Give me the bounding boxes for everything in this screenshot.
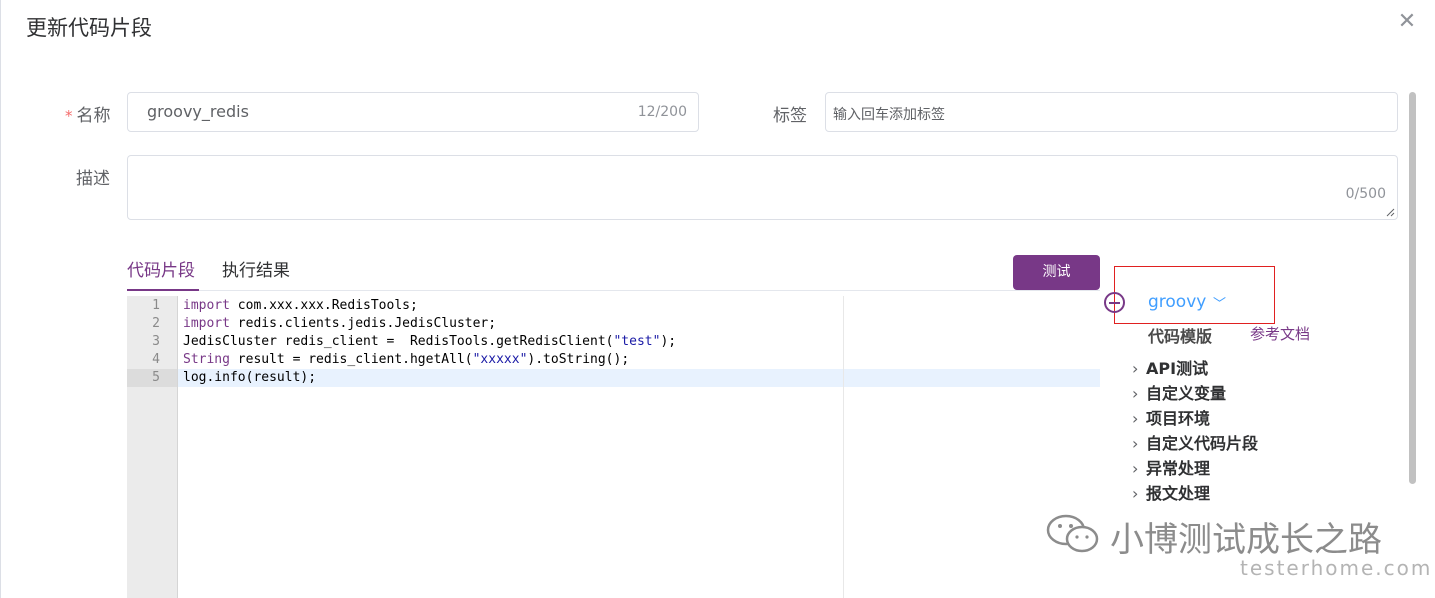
code-text: com.xxx.xxx.RedisTools;	[229, 298, 418, 313]
active-line-highlight	[178, 369, 1100, 387]
code-template-title: 代码模版	[1148, 327, 1213, 346]
name-input[interactable]: groovy_redis 12/200	[127, 92, 699, 132]
required-mark: *	[65, 107, 73, 125]
tree-item-project-env[interactable]: › 项目环境	[1132, 405, 1210, 429]
chevron-right-icon: ›	[1132, 359, 1139, 378]
line-number: 1	[152, 298, 160, 313]
code-keyword: import	[183, 316, 230, 331]
code-text: log.info(result);	[183, 370, 317, 385]
active-tab-indicator	[127, 289, 199, 291]
line-number: 2	[152, 316, 160, 331]
circle-plus-icon[interactable]	[1104, 292, 1125, 313]
chevron-right-icon: ›	[1132, 459, 1139, 478]
code-line: String result = redis_client.hgetAll("xx…	[183, 351, 629, 369]
dialog-title: 更新代码片段	[26, 16, 152, 40]
close-icon[interactable]: ✕	[1397, 11, 1417, 33]
code-line: JedisCluster redis_client = RedisTools.g…	[183, 333, 676, 351]
name-input-value: groovy_redis	[147, 102, 249, 121]
update-snippet-dialog: 更新代码片段 ✕ * 名称 groovy_redis 12/200 标签 输入回车…	[0, 0, 1435, 598]
chevron-right-icon: ›	[1132, 484, 1139, 503]
code-text: redis.clients.jedis.JedisCluster;	[229, 316, 497, 331]
wechat-icon	[1046, 514, 1099, 553]
tree-item-custom-variable[interactable]: › 自定义变量	[1132, 380, 1226, 404]
tree-item-custom-snippet[interactable]: › 自定义代码片段	[1132, 430, 1258, 454]
chevron-right-icon: ›	[1132, 384, 1139, 403]
tree-item-label: 自定义变量	[1146, 384, 1227, 403]
name-label-text: 名称	[76, 106, 111, 126]
line-number: 4	[152, 352, 160, 367]
tree-item-api-test[interactable]: › API测试	[1132, 355, 1208, 379]
chevron-down-icon[interactable]: ﹀	[1213, 293, 1226, 312]
resize-grip-icon[interactable]	[1385, 207, 1395, 217]
language-select[interactable]: groovy	[1148, 292, 1206, 312]
code-text: ).toString();	[527, 352, 630, 367]
tree-item-message-processing[interactable]: › 报文处理	[1132, 480, 1210, 504]
line-number: 3	[152, 334, 160, 349]
reference-doc-link[interactable]: 参考文档	[1250, 323, 1310, 344]
print-margin	[843, 296, 844, 598]
tree-item-label: 异常处理	[1146, 459, 1211, 478]
code-editor[interactable]: 1 2 3 4 5 import com.xxx.xxx.RedisTools;…	[127, 296, 1100, 598]
tab-code-snippet[interactable]: 代码片段	[127, 256, 195, 281]
tree-item-exception-handling[interactable]: › 异常处理	[1132, 455, 1210, 479]
tags-input[interactable]: 输入回车添加标签	[825, 92, 1398, 132]
description-textarea[interactable]: 0/500	[127, 155, 1398, 220]
tree-item-label: 项目环境	[1146, 409, 1211, 428]
code-line: log.info(result);	[183, 369, 316, 387]
tab-divider	[127, 290, 1100, 291]
tree-item-label: 自定义代码片段	[1146, 434, 1259, 453]
tree-item-label: API测试	[1146, 359, 1209, 378]
chevron-right-icon: ›	[1132, 434, 1139, 453]
name-label: * 名称	[65, 101, 111, 126]
watermark-site: testerhome.com	[1240, 556, 1433, 580]
chevron-right-icon: ›	[1132, 409, 1139, 428]
code-string: "xxxxx"	[472, 352, 528, 367]
tags-label: 标签	[773, 106, 807, 126]
code-text: result = redis_client.hgetAll(	[229, 352, 473, 367]
description-char-count: 0/500	[1345, 186, 1386, 202]
editor-gutter: 1 2 3 4 5	[127, 296, 178, 598]
code-line: import com.xxx.xxx.RedisTools;	[183, 297, 418, 315]
code-line: import redis.clients.jedis.JedisCluster;	[183, 315, 496, 333]
description-label: 描述	[76, 169, 110, 189]
tree-item-label: 报文处理	[1146, 484, 1211, 503]
tab-execution-result[interactable]: 执行结果	[222, 256, 290, 281]
name-char-count: 12/200	[637, 104, 687, 120]
test-button[interactable]: 测试	[1013, 255, 1100, 290]
code-keyword: import	[183, 298, 230, 313]
vertical-scrollbar[interactable]	[1409, 92, 1416, 484]
line-number-active: 5	[127, 369, 177, 387]
code-keyword: String	[183, 352, 230, 367]
code-text: JedisCluster redis_client = RedisTools.g…	[183, 334, 614, 349]
watermark-title: 小博测试成长之路	[1110, 520, 1382, 560]
code-string: "test"	[613, 334, 661, 349]
tags-placeholder: 输入回车添加标签	[833, 107, 945, 123]
code-text: );	[660, 334, 677, 349]
